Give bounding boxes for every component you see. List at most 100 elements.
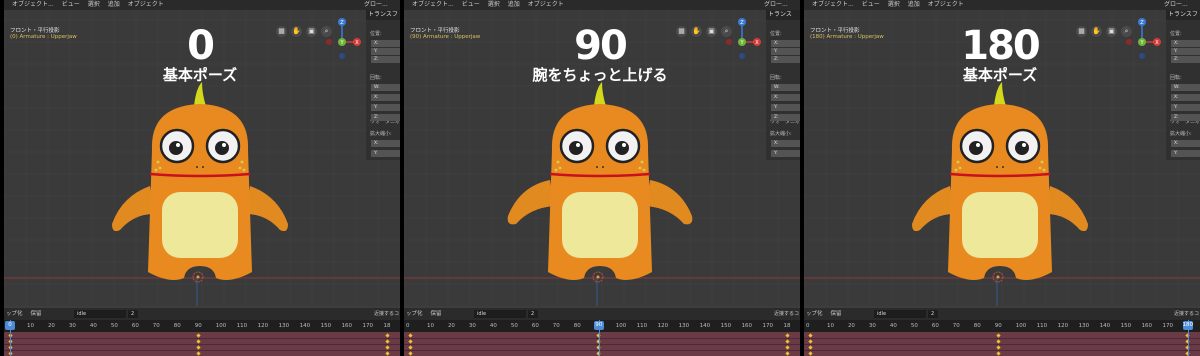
snapping-menu[interactable]: 近接するコ bbox=[774, 310, 799, 318]
header-menu-item[interactable]: オブジェクト bbox=[928, 1, 964, 8]
header-menu-item[interactable]: オブジェクト... bbox=[412, 1, 454, 8]
header-menu-item[interactable]: 追加 bbox=[908, 1, 920, 8]
action-field[interactable]: idle bbox=[74, 310, 126, 318]
keyframe[interactable] bbox=[385, 332, 390, 338]
sidebar-field[interactable]: Z: bbox=[371, 56, 400, 63]
header-menu-item[interactable]: オブジェクト... bbox=[812, 1, 854, 8]
camera-icon[interactable]: ▣ bbox=[1106, 26, 1117, 37]
sidebar-field[interactable]: X: bbox=[371, 140, 400, 147]
keyframe[interactable] bbox=[385, 350, 390, 356]
timeline-keyframes[interactable] bbox=[804, 332, 1200, 356]
timeline-view-menu[interactable]: ップ化 bbox=[6, 311, 23, 317]
timeline-ruler[interactable]: 0 10 20 30 40 50 60 70 80 90 100 110 120 130 140 150 160… bbox=[804, 320, 1200, 332]
3d-viewport[interactable]: フロント・平行投影 (180) Armature : Upperjaw 180 基本ポ… bbox=[804, 10, 1200, 306]
camera-icon[interactable]: ▣ bbox=[706, 26, 717, 37]
keying-menu[interactable]: 保留 bbox=[831, 311, 842, 317]
keyframe[interactable] bbox=[996, 332, 1001, 338]
sidebar-field[interactable]: X: bbox=[1171, 94, 1200, 101]
keying-menu[interactable]: 保留 bbox=[431, 311, 442, 317]
timeline-keyframes[interactable] bbox=[4, 332, 400, 356]
header-menu-right[interactable]: グロー... bbox=[1164, 0, 1188, 10]
keyframe[interactable] bbox=[807, 338, 813, 344]
timeline-view-menu[interactable]: ップ化 bbox=[406, 311, 423, 317]
header-menu-item[interactable]: 追加 bbox=[508, 1, 520, 8]
keyframe[interactable] bbox=[807, 350, 813, 356]
sidebar-field[interactable]: Z: bbox=[1171, 56, 1200, 63]
keyframe[interactable] bbox=[785, 350, 790, 356]
sidebar-field[interactable]: X: bbox=[371, 40, 400, 47]
sidebar-field[interactable]: Y: bbox=[371, 150, 400, 157]
header-menu-item[interactable]: オブジェクト... bbox=[12, 1, 54, 8]
header-menu-item[interactable]: ビュー bbox=[862, 1, 880, 8]
keyframe[interactable] bbox=[407, 332, 413, 338]
axis-gizmo[interactable]: ZY X bbox=[324, 16, 364, 62]
keyframe[interactable] bbox=[407, 338, 413, 344]
grid-icon[interactable]: ▦ bbox=[276, 26, 287, 37]
timeline-view-menu[interactable]: ップ化 bbox=[806, 311, 823, 317]
sidebar-field[interactable]: Y: bbox=[371, 104, 400, 111]
keyframe[interactable] bbox=[407, 350, 413, 356]
grid-icon[interactable]: ▦ bbox=[1076, 26, 1087, 37]
axis-gizmo[interactable]: ZY X bbox=[724, 16, 764, 62]
sidebar-field[interactable]: Y: bbox=[1171, 104, 1200, 111]
timeline-keyframes[interactable] bbox=[404, 332, 800, 356]
sidebar-field[interactable]: W: bbox=[771, 84, 800, 91]
sidebar-title[interactable]: トランスフ bbox=[1166, 10, 1200, 20]
header-menu-item[interactable]: オブジェクト bbox=[128, 1, 164, 8]
sidebar-field[interactable]: Y: bbox=[371, 48, 400, 55]
snapping-menu[interactable]: 近接するコ bbox=[374, 310, 399, 318]
keyframe[interactable] bbox=[407, 344, 413, 350]
keyframe[interactable] bbox=[196, 344, 201, 350]
action-field[interactable]: idle bbox=[474, 310, 526, 318]
header-menu-item[interactable]: ビュー bbox=[462, 1, 480, 8]
keyframe[interactable] bbox=[785, 332, 790, 338]
keyframe[interactable] bbox=[196, 350, 201, 356]
sidebar-field[interactable]: X: bbox=[371, 94, 400, 101]
header-menu-item[interactable]: オブジェクト bbox=[528, 1, 564, 8]
keyframe[interactable] bbox=[385, 344, 390, 350]
sidebar-field[interactable]: Z: bbox=[371, 114, 400, 121]
sidebar-field[interactable]: X: bbox=[771, 140, 800, 147]
header-menu-item[interactable]: 選択 bbox=[488, 1, 500, 8]
keyframe[interactable] bbox=[996, 350, 1001, 356]
keying-menu[interactable]: 保留 bbox=[31, 311, 42, 317]
3d-viewport[interactable]: フロント・平行投影 (90) Armature : Upperjaw 90 腕をちょっ… bbox=[404, 10, 800, 306]
timeline-ruler[interactable]: 10 20 30 40 50 60 70 80 90 100 110 120 130 140 150 160 1… bbox=[4, 320, 400, 332]
header-menu-item[interactable]: 追加 bbox=[108, 1, 120, 8]
sidebar-field[interactable]: Z: bbox=[771, 114, 800, 121]
sidebar-field[interactable]: Y: bbox=[1171, 48, 1200, 55]
sidebar-field[interactable]: Z: bbox=[1171, 114, 1200, 121]
snapping-menu[interactable]: 近接するコ bbox=[1174, 310, 1199, 318]
keyframe[interactable] bbox=[196, 338, 201, 344]
header-menu-item[interactable]: ビュー bbox=[62, 1, 80, 8]
keyframe[interactable] bbox=[807, 344, 813, 350]
sidebar-field[interactable]: X: bbox=[1171, 40, 1200, 47]
current-frame-indicator[interactable]: 0 bbox=[5, 321, 15, 330]
3d-viewport[interactable]: フロント・平行投影 (0) Armature : Upperjaw 0 基本ポーズ ▦ ✋… bbox=[4, 10, 400, 306]
current-frame-indicator[interactable]: 90 bbox=[593, 321, 604, 330]
header-menu-right[interactable]: グロー... bbox=[764, 0, 788, 10]
header-menu-right[interactable]: グロー... bbox=[364, 0, 388, 10]
keyframe[interactable] bbox=[385, 338, 390, 344]
keyframe[interactable] bbox=[785, 338, 790, 344]
header-menu-item[interactable]: 選択 bbox=[88, 1, 100, 8]
keyframe[interactable] bbox=[785, 344, 790, 350]
camera-icon[interactable]: ▣ bbox=[306, 26, 317, 37]
keyframe[interactable] bbox=[807, 332, 813, 338]
sidebar-field[interactable]: Y: bbox=[771, 48, 800, 55]
sidebar-field[interactable]: Y: bbox=[771, 150, 800, 157]
keyframe[interactable] bbox=[196, 332, 201, 338]
grid-icon[interactable]: ▦ bbox=[676, 26, 687, 37]
sidebar-title[interactable]: トランス bbox=[766, 10, 800, 20]
hand-icon[interactable]: ✋ bbox=[291, 26, 302, 37]
keyframe[interactable] bbox=[996, 344, 1001, 350]
sidebar-field[interactable]: Y: bbox=[1171, 150, 1200, 157]
current-frame-indicator[interactable]: 180 bbox=[1182, 321, 1193, 330]
sidebar-field[interactable]: X: bbox=[1171, 140, 1200, 147]
header-menu-item[interactable]: 選択 bbox=[888, 1, 900, 8]
sidebar-title[interactable]: トランスフ bbox=[366, 10, 400, 20]
hand-icon[interactable]: ✋ bbox=[691, 26, 702, 37]
sidebar-field[interactable]: W: bbox=[371, 84, 400, 91]
sidebar-field[interactable]: Z: bbox=[771, 56, 800, 63]
axis-gizmo[interactable]: ZY X bbox=[1124, 16, 1164, 62]
